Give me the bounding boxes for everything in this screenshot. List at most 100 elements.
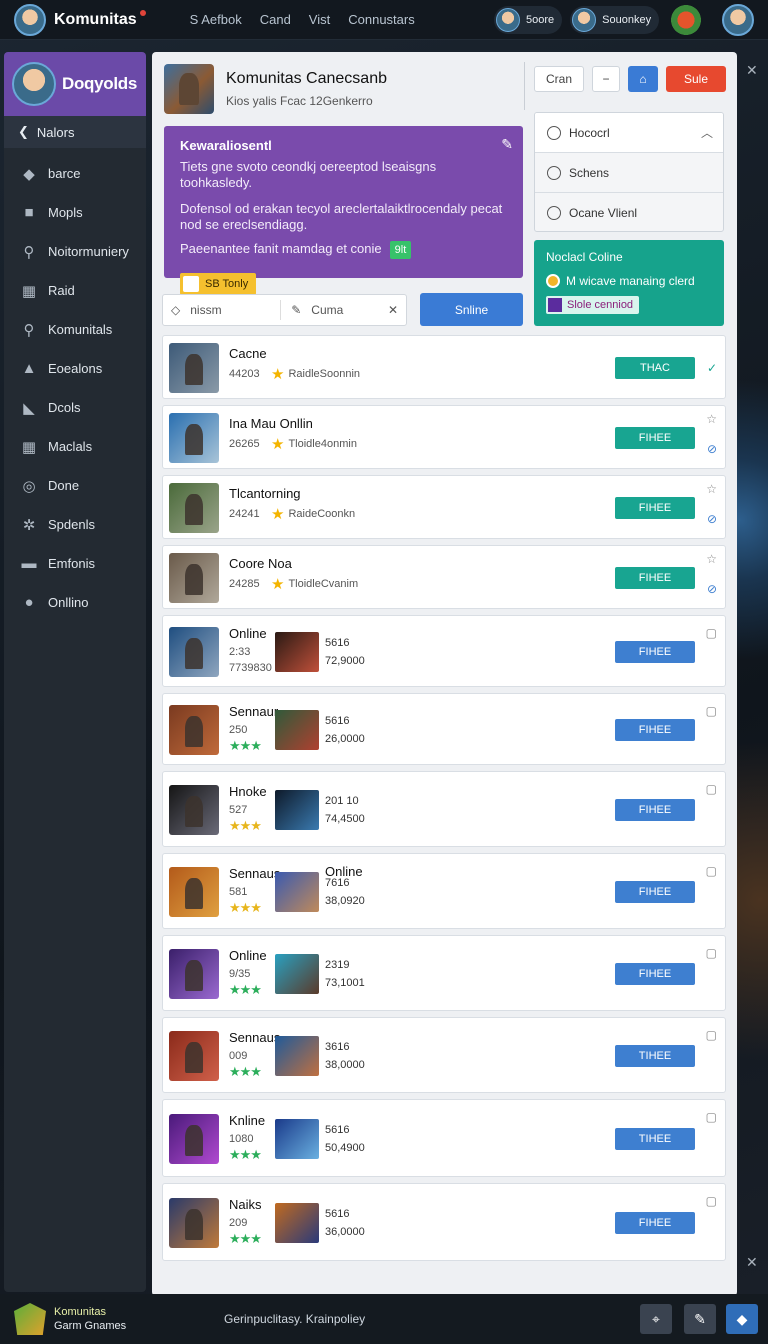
game-card[interactable]: Tlcantorning 24241 ★ RaideCoonkn FIHEE ☆ ⊘ bbox=[162, 475, 726, 539]
sidebar-item[interactable]: ▦ Maclals bbox=[4, 427, 146, 466]
score-chip[interactable]: 5oore bbox=[494, 5, 563, 34]
dropdown-option-3[interactable]: Ocane Vlienl bbox=[535, 193, 723, 231]
game-card[interactable]: Online 2:33 7739830 5616 72,9000 FIHEE ▢ bbox=[162, 615, 726, 687]
close-icon[interactable]: ✕ bbox=[746, 62, 758, 79]
score-avatar bbox=[496, 7, 520, 32]
chat-icon[interactable]: ◆ bbox=[726, 1304, 758, 1334]
bookmark-icon[interactable]: ▢ bbox=[706, 864, 717, 878]
bookmark-icon[interactable]: ▢ bbox=[706, 782, 717, 796]
game-card[interactable]: Naiks 209 ★★★ 5616 36,0000 FIHEE ▢ bbox=[162, 1183, 726, 1261]
play-button[interactable]: TIHEE bbox=[615, 1045, 695, 1067]
game-count: 1080 bbox=[229, 1133, 254, 1145]
star-icon: ★ bbox=[271, 366, 285, 383]
sidebar-item[interactable]: ✲ Spdenls bbox=[4, 505, 146, 544]
nav-item-4[interactable]: Connustars bbox=[348, 12, 414, 27]
game-card[interactable]: Sennaus 581 ★★★ 7616 38,0920 Online FIHEE ▢ bbox=[162, 853, 726, 929]
grid-icon: ▦ bbox=[21, 438, 37, 456]
game-card[interactable]: Online 9/35 ★★★ 2319 73,1001 FIHEE ▢ bbox=[162, 935, 726, 1011]
filter-dropdown[interactable]: Hococrl ︿ Schens Ocane Vlienl bbox=[534, 112, 724, 232]
sidebar-item-label: Mopls bbox=[48, 205, 83, 220]
pin-icon[interactable]: ✎ bbox=[501, 136, 513, 153]
nav-item-3[interactable]: Vist bbox=[309, 12, 330, 27]
filter-input[interactable]: Cuma bbox=[311, 303, 343, 317]
game-icon[interactable] bbox=[671, 4, 702, 35]
user-avatar[interactable] bbox=[14, 3, 46, 36]
game-card[interactable]: Hnoke 527 ★★★ 201 10 74,4500 FIHEE ▢ bbox=[162, 771, 726, 847]
play-button[interactable]: FIHEE bbox=[615, 1212, 695, 1234]
play-button[interactable]: FIHEE bbox=[615, 427, 695, 449]
sidebar-item[interactable]: ⚲ Noitormuniery bbox=[4, 232, 146, 271]
lock-icon[interactable]: ⌂ bbox=[628, 66, 658, 92]
game-stats: 5616 72,9000 bbox=[325, 634, 365, 670]
search-input[interactable]: nissm bbox=[190, 303, 270, 317]
sidebar-item[interactable]: ◣ Dcols bbox=[4, 388, 146, 427]
sidebar-item[interactable]: ▲ Eoealons bbox=[4, 349, 146, 388]
info-icon[interactable]: ⊘ bbox=[707, 582, 717, 596]
sidebar-item[interactable]: ◆ barce bbox=[4, 154, 146, 193]
sidebar-item[interactable]: ■ Mopls bbox=[4, 193, 146, 232]
game-card[interactable]: Cacne 44203 ★ RaidleSoonnin THAC ✓ bbox=[162, 335, 726, 399]
promo-badge[interactable]: SB Tonly bbox=[180, 273, 257, 295]
bookmark-icon[interactable]: ▢ bbox=[706, 946, 717, 960]
bookmark-icon[interactable]: ▢ bbox=[706, 1028, 717, 1042]
promo-card[interactable]: ✎ Kewaraliosentl Tiets gne svoto ceondkj… bbox=[164, 126, 523, 295]
close-icon[interactable]: ✕ bbox=[746, 1254, 758, 1271]
favorite-icon[interactable]: ☆ bbox=[706, 482, 717, 496]
game-title: Online bbox=[229, 626, 267, 641]
game-stats: 7616 38,0920 bbox=[325, 874, 365, 910]
game-card[interactable]: Sennaus 009 ★★★ 3616 38,0000 TIHEE ▢ bbox=[162, 1017, 726, 1093]
play-button[interactable]: THAC bbox=[615, 357, 695, 379]
bookmark-icon[interactable]: ▢ bbox=[706, 1194, 717, 1208]
bookmark-icon[interactable]: ▢ bbox=[706, 704, 717, 718]
tag-icon[interactable]: ⌖ bbox=[640, 1304, 672, 1334]
rating-stars: ★★★ bbox=[229, 982, 262, 997]
game-card[interactable]: Knline 1080 ★★★ 5616 50,4900 TIHEE ▢ bbox=[162, 1099, 726, 1177]
play-button[interactable]: FIHEE bbox=[615, 567, 695, 589]
game-thumbnail bbox=[169, 949, 219, 999]
bookmark-icon[interactable]: ▢ bbox=[706, 626, 717, 640]
friend-chip[interactable]: Souonkey bbox=[570, 5, 660, 34]
info-icon[interactable]: ⊘ bbox=[707, 442, 717, 456]
nav-item-2[interactable]: Cand bbox=[260, 12, 291, 27]
game-card[interactable]: Coore Noa 24285 ★ TloidleCvanim FIHEE ☆ ⊘ bbox=[162, 545, 726, 609]
game-title: Ina Mau Onllin bbox=[229, 416, 313, 431]
play-button[interactable]: TIHEE bbox=[615, 1128, 695, 1150]
stat-players: 3616 bbox=[325, 1041, 350, 1053]
game-card[interactable]: Sennaur 250 ★★★ 5616 26,0000 FIHEE ▢ bbox=[162, 693, 726, 765]
profile-avatar[interactable] bbox=[722, 3, 754, 36]
favorite-icon[interactable]: ☆ bbox=[706, 412, 717, 426]
minimize-icon[interactable]: − bbox=[592, 66, 620, 92]
play-button[interactable]: FIHEE bbox=[615, 641, 695, 663]
bookmark-icon[interactable]: ▢ bbox=[706, 1110, 717, 1124]
nav-item-1[interactable]: S Aefbok bbox=[190, 12, 242, 27]
game-card[interactable]: Ina Mau Onllin 26265 ★ Tloidle4onmin FIHEE ☆ ⊘ bbox=[162, 405, 726, 469]
game-title: Naiks bbox=[229, 1197, 262, 1212]
status-title: Noclacl Coline bbox=[546, 250, 623, 264]
dropdown-option-2[interactable]: Schens bbox=[535, 153, 723, 193]
cran-button[interactable]: Cran bbox=[534, 66, 584, 92]
play-button[interactable]: FIHEE bbox=[615, 881, 695, 903]
rating-stars: ★★★ bbox=[229, 818, 262, 833]
play-button[interactable]: FIHEE bbox=[615, 719, 695, 741]
sidebar-item[interactable]: ◎ Done bbox=[4, 466, 146, 505]
sule-button[interactable]: Sule bbox=[666, 66, 726, 92]
info-icon[interactable]: ⊘ bbox=[707, 512, 717, 526]
sidebar-item[interactable]: ● Onllino bbox=[4, 583, 146, 622]
back-button[interactable]: ❮ Nalors bbox=[4, 116, 146, 148]
sidebar-item[interactable]: ▦ Raid bbox=[4, 271, 146, 310]
clear-icon[interactable]: ✕ bbox=[388, 303, 398, 317]
stat-players: 2319 bbox=[325, 959, 350, 971]
play-button[interactable]: FIHEE bbox=[615, 963, 695, 985]
sidebar-profile[interactable]: Doqyolds bbox=[4, 52, 146, 116]
edit-icon[interactable]: ✎ bbox=[684, 1304, 716, 1334]
status-badge[interactable]: Slole cenniod bbox=[546, 296, 640, 314]
sidebar-item[interactable]: ▬ Emfonis bbox=[4, 544, 146, 583]
game-meta-label: Tloidle4onmin bbox=[288, 438, 357, 450]
sidebar-item[interactable]: ⚲ Komunitals bbox=[4, 310, 146, 349]
logo-icon bbox=[14, 1303, 46, 1335]
play-button[interactable]: FIHEE bbox=[615, 799, 695, 821]
dropdown-option-1[interactable]: Hococrl ︿ bbox=[535, 113, 723, 153]
favorite-icon[interactable]: ☆ bbox=[706, 552, 717, 566]
play-button[interactable]: FIHEE bbox=[615, 497, 695, 519]
online-button[interactable]: Snline bbox=[420, 293, 523, 326]
